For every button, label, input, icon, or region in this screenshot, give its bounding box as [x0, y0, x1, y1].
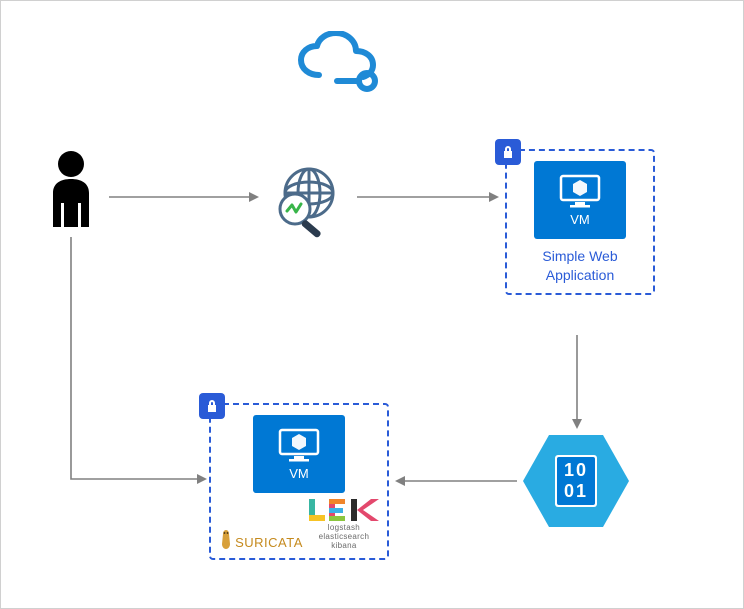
binary-text: 10 01	[521, 431, 631, 531]
vm-label: VM	[570, 212, 590, 227]
architecture-diagram: VM Simple Web Application 10 01	[0, 0, 744, 609]
webapp-group: VM Simple Web Application	[505, 149, 655, 295]
webapp-dashed-box: VM Simple Web Application	[505, 149, 655, 295]
meerkat-icon	[219, 528, 233, 550]
binary-hex-node: 10 01	[521, 431, 631, 526]
suricata-logo: SURICATA	[219, 528, 303, 550]
cloud-node	[289, 31, 385, 102]
vm-tile: VM	[534, 161, 626, 239]
binary-line1: 10	[564, 460, 588, 481]
vm-tile: VM	[253, 415, 345, 493]
webapp-caption: Simple Web Application	[521, 247, 639, 285]
lock-icon	[495, 139, 521, 165]
monitor-icon	[277, 428, 321, 462]
binary-line2: 01	[564, 481, 588, 502]
globe-magnifier-icon	[265, 165, 351, 239]
arrow-hex-to-vm	[391, 471, 521, 491]
monitor-icon	[558, 174, 602, 208]
cloud-icon	[289, 31, 385, 97]
lek-mark-icon	[309, 499, 379, 523]
processing-dashed-box: VM SURICATA	[209, 403, 389, 560]
logo-strip: SURICATA	[225, 499, 373, 550]
lek-sub-text: logstash elasticsearch kibana	[309, 523, 379, 550]
vm-label: VM	[289, 466, 309, 481]
arrow-user-to-processing	[61, 233, 211, 493]
person-icon	[43, 149, 99, 227]
lek-logo: logstash elasticsearch kibana	[309, 499, 379, 550]
arrow-webapp-to-hex	[567, 331, 587, 431]
inspect-node	[265, 165, 351, 244]
user-node	[43, 149, 99, 232]
suricata-text: SURICATA	[235, 535, 303, 550]
arrow-inspect-to-webapp	[353, 187, 501, 207]
processing-vm-group: VM SURICATA	[209, 403, 389, 560]
arrow-user-to-inspect	[105, 187, 261, 207]
